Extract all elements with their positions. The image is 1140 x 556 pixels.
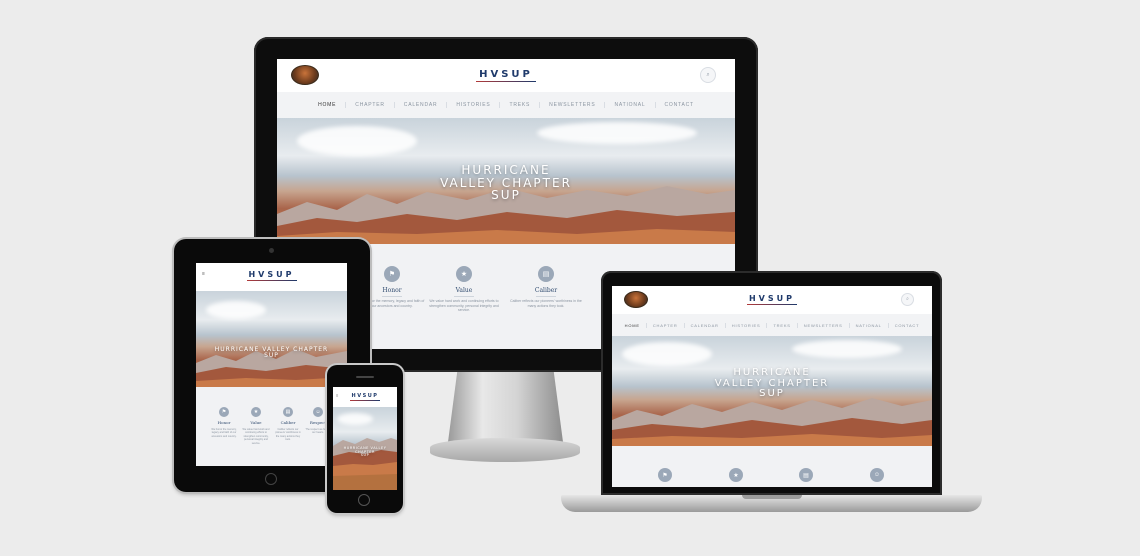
value-text: We value hard work and continuing effort… [242, 428, 270, 445]
value-title: Caliber [534, 287, 558, 294]
brand-title[interactable]: HVSUP [333, 393, 397, 399]
monitor-stand-base [430, 438, 580, 462]
hero-title-line1: HURRICANE [214, 346, 260, 353]
site-header: ≡ HVSUP [333, 387, 397, 407]
canyon-mountains [196, 349, 347, 387]
hero-title-line3: SUP [264, 352, 279, 360]
phone-home-button [358, 494, 370, 506]
nav-treks[interactable]: TREKS [767, 322, 798, 328]
brand-underline [476, 81, 536, 82]
hero-title-line3: SUP [360, 453, 370, 458]
monitor-stand-neck [448, 372, 563, 442]
search-button[interactable]: ⌕ [700, 67, 716, 83]
value-value: ★ Value We value hard work and continuin… [242, 407, 270, 445]
site-header: HVSUP ⌕ [612, 286, 932, 314]
value-honor: ⚑ Honor We honor the memory, legacy and … [210, 407, 238, 438]
hero-banner: HURRICANE VALLEY CHAPTER SUP [333, 407, 397, 490]
main-nav: HOME CHAPTER CALENDAR HISTORIES TREKS NE… [612, 314, 932, 336]
canyon-mountains [333, 438, 397, 490]
nav-home[interactable]: HOME [619, 322, 647, 328]
magnifier-icon: ⌕ [706, 72, 710, 78]
search-button[interactable]: ⌕ [901, 293, 914, 306]
nav-calendar[interactable]: CALENDAR [395, 102, 448, 108]
hero-title-line1: HURRICANE [461, 163, 551, 177]
value-text: Caliber reflects our pioneers' worthines… [275, 428, 301, 442]
values-section: ⚑ Honor We honor the memory, legacy and … [196, 387, 347, 466]
hero-title-line1: HURRICANE [733, 367, 811, 378]
nav-contact[interactable]: CONTACT [656, 102, 703, 108]
book-icon: ▤ [799, 468, 813, 482]
brand-underline [246, 280, 297, 281]
hero-banner: HURRICANE VALLEY CHAPTER SUP [277, 118, 735, 244]
nav-chapter[interactable]: CHAPTER [647, 322, 685, 328]
value-caliber: ▤ Caliber Caliber reflects our pioneers'… [509, 266, 583, 308]
brand-title[interactable]: HVSUP [612, 294, 932, 303]
tablet-screen: ≡ HVSUP HURRICANE VALLEY CHAPTER SUP ⚑ H… [196, 263, 347, 466]
hero-banner: HURRICANE VALLEY CHAPTER SUP [196, 291, 347, 387]
brand-title[interactable]: HVSUP [196, 270, 347, 279]
value-title: Value [455, 287, 473, 294]
tablet-camera [269, 248, 274, 253]
nav-treks[interactable]: TREKS [500, 102, 541, 108]
value-title: Caliber [280, 420, 296, 425]
nav-calendar[interactable]: CALENDAR [685, 322, 726, 328]
star-icon: ★ [729, 468, 743, 482]
brand-underline [350, 400, 380, 401]
laptop-screen: HVSUP ⌕ HOME CHAPTER CALENDAR HISTORIES … [612, 286, 932, 487]
value-value: ★ Value We value hard work and continuin… [427, 266, 501, 313]
values-section: ⚑ ★ ▤ ☺ [612, 446, 932, 487]
flag-icon: ⚑ [219, 407, 229, 417]
value-title: Value [250, 420, 262, 425]
hero-title: HURRICANE VALLEY CHAPTER SUP [196, 346, 347, 360]
main-nav: HOME CHAPTER CALENDAR HISTORIES TREKS NE… [277, 92, 735, 118]
star-icon: ★ [456, 266, 472, 282]
nav-contact[interactable]: CONTACT [889, 323, 926, 328]
site-header: HVSUP ⌕ [277, 59, 735, 92]
hero-title: HURRICANE VALLEY CHAPTER SUP [277, 164, 735, 202]
hero-banner: HURRICANE VALLEY CHAPTER SUP [612, 336, 932, 446]
nav-national[interactable]: NATIONAL [605, 102, 656, 108]
phone-screen: ≡ HVSUP HURRICANE VALLEY CHAPTER SUP [333, 387, 397, 490]
value-caliber: ▤ Caliber Caliber reflects our pioneers'… [274, 407, 302, 442]
book-icon: ▤ [283, 407, 293, 417]
value-text: We value hard work and continuing effort… [429, 299, 499, 313]
laptop-trackpad-notch [742, 495, 802, 499]
hero-title: HURRICANE VALLEY CHAPTER SUP [612, 367, 932, 400]
nav-histories[interactable]: HISTORIES [447, 102, 501, 108]
tablet-home-button [265, 473, 277, 485]
value-text: We honor the memory, legacy and faith of… [211, 428, 237, 438]
value-text: Caliber reflects our pioneers' worthines… [510, 299, 582, 308]
star-icon: ★ [251, 407, 261, 417]
value-title: Honor [217, 420, 231, 425]
site-header: ≡ HVSUP [196, 263, 347, 291]
nav-newsletters[interactable]: NEWSLETTERS [540, 102, 606, 108]
flag-icon: ⚑ [384, 266, 400, 282]
hero-title-line3: SUP [491, 188, 521, 203]
brand-title[interactable]: HVSUP [277, 69, 735, 80]
nav-home[interactable]: HOME [309, 102, 347, 108]
flag-icon: ⚑ [658, 468, 672, 482]
nav-newsletters[interactable]: NEWSLETTERS [798, 322, 850, 328]
book-icon: ▤ [538, 266, 554, 282]
phone-speaker [356, 376, 374, 378]
people-icon: ☺ [870, 468, 884, 482]
nav-chapter[interactable]: CHAPTER [346, 102, 395, 108]
hero-title-line3: SUP [759, 388, 785, 399]
nav-histories[interactable]: HISTORIES [726, 322, 768, 328]
hero-title: HURRICANE VALLEY CHAPTER SUP [333, 446, 397, 458]
people-icon: ☺ [313, 407, 323, 417]
nav-national[interactable]: NATIONAL [850, 322, 889, 328]
brand-underline [747, 304, 797, 305]
magnifier-icon: ⌕ [906, 296, 909, 302]
